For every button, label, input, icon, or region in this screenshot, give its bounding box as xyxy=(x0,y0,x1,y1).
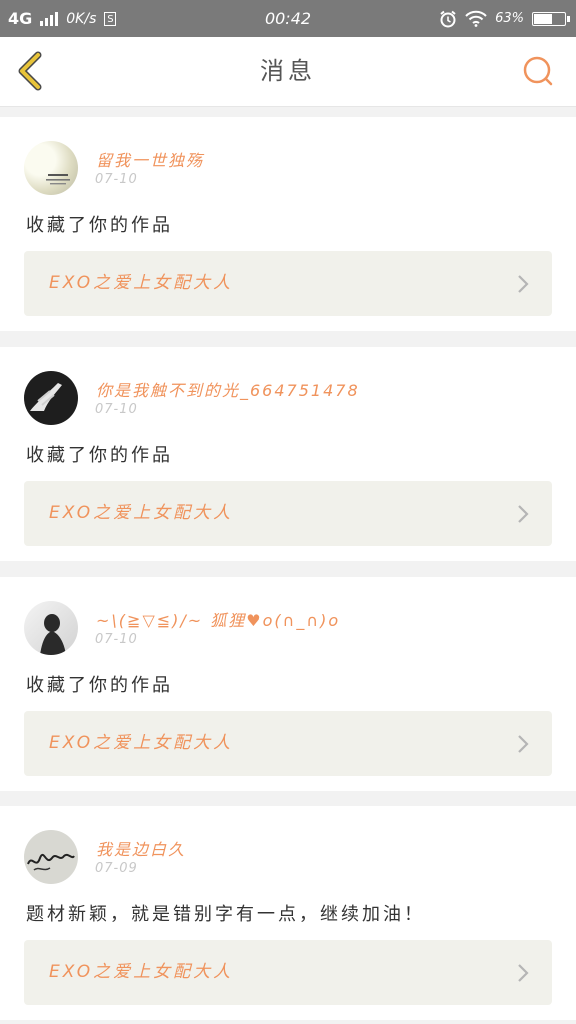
avatar[interactable] xyxy=(24,141,78,195)
username[interactable]: ~\(≧▽≦)/~ 狐狸♥o(∩_∩)o xyxy=(96,607,340,631)
message-text: 收藏了你的作品 xyxy=(26,675,173,696)
work-title: EXO之爱上女配大人 xyxy=(49,733,234,753)
username[interactable]: 留我一世独殇 xyxy=(96,147,204,171)
message-text: 题材新颖，就是错别字有一点，继续加油！ xyxy=(26,904,425,925)
avatar[interactable] xyxy=(24,371,78,425)
username[interactable]: 我是边白久 xyxy=(96,836,186,860)
avatar-image xyxy=(46,174,70,185)
message-date: 07-10 xyxy=(95,632,138,647)
avatar-image xyxy=(27,853,75,871)
work-link[interactable]: EXO之爱上女配大人 xyxy=(24,711,552,776)
work-link[interactable]: EXO之爱上女配大人 xyxy=(24,251,552,316)
message-date: 07-10 xyxy=(95,402,138,417)
work-title: EXO之爱上女配大人 xyxy=(49,503,234,523)
status-bar: 4G 0K/s S 00:42 63% xyxy=(0,0,576,37)
work-title: EXO之爱上女配大人 xyxy=(49,273,234,293)
battery-level-fill xyxy=(534,13,553,24)
username[interactable]: 你是我触不到的光_664751478 xyxy=(96,377,360,401)
message-card: 你是我触不到的光_664751478 07-10 收藏了你的作品 EXO之爱上女… xyxy=(0,347,576,561)
chevron-right-icon xyxy=(518,275,529,293)
message-card: 我是边白久 07-09 题材新颖，就是错别字有一点，继续加油！ EXO之爱上女配… xyxy=(0,806,576,1020)
search-icon[interactable] xyxy=(522,55,554,87)
avatar-image xyxy=(30,383,62,411)
battery-icon xyxy=(532,11,570,26)
message-text: 收藏了你的作品 xyxy=(26,215,173,236)
chevron-right-icon xyxy=(518,505,529,523)
avatar[interactable] xyxy=(24,601,78,655)
page-title: 消息 xyxy=(260,57,316,85)
work-link[interactable]: EXO之爱上女配大人 xyxy=(24,940,552,1005)
battery-percent: 63% xyxy=(495,11,524,26)
avatar-image xyxy=(40,614,66,655)
wifi-icon xyxy=(465,10,487,27)
avatar[interactable] xyxy=(24,830,78,884)
work-link[interactable]: EXO之爱上女配大人 xyxy=(24,481,552,546)
alarm-icon xyxy=(440,10,456,27)
chevron-right-icon xyxy=(518,735,529,753)
message-card: 留我一世独殇 07-10 收藏了你的作品 EXO之爱上女配大人 xyxy=(0,117,576,331)
message-text: 收藏了你的作品 xyxy=(26,445,173,466)
message-date: 07-10 xyxy=(95,172,138,187)
message-date: 07-09 xyxy=(95,861,138,876)
nav-bar: 消息 xyxy=(0,37,576,107)
message-card: ~\(≧▽≦)/~ 狐狸♥o(∩_∩)o 07-10 收藏了你的作品 EXO之爱… xyxy=(0,577,576,791)
chevron-right-icon xyxy=(518,964,529,982)
work-title: EXO之爱上女配大人 xyxy=(49,962,234,982)
